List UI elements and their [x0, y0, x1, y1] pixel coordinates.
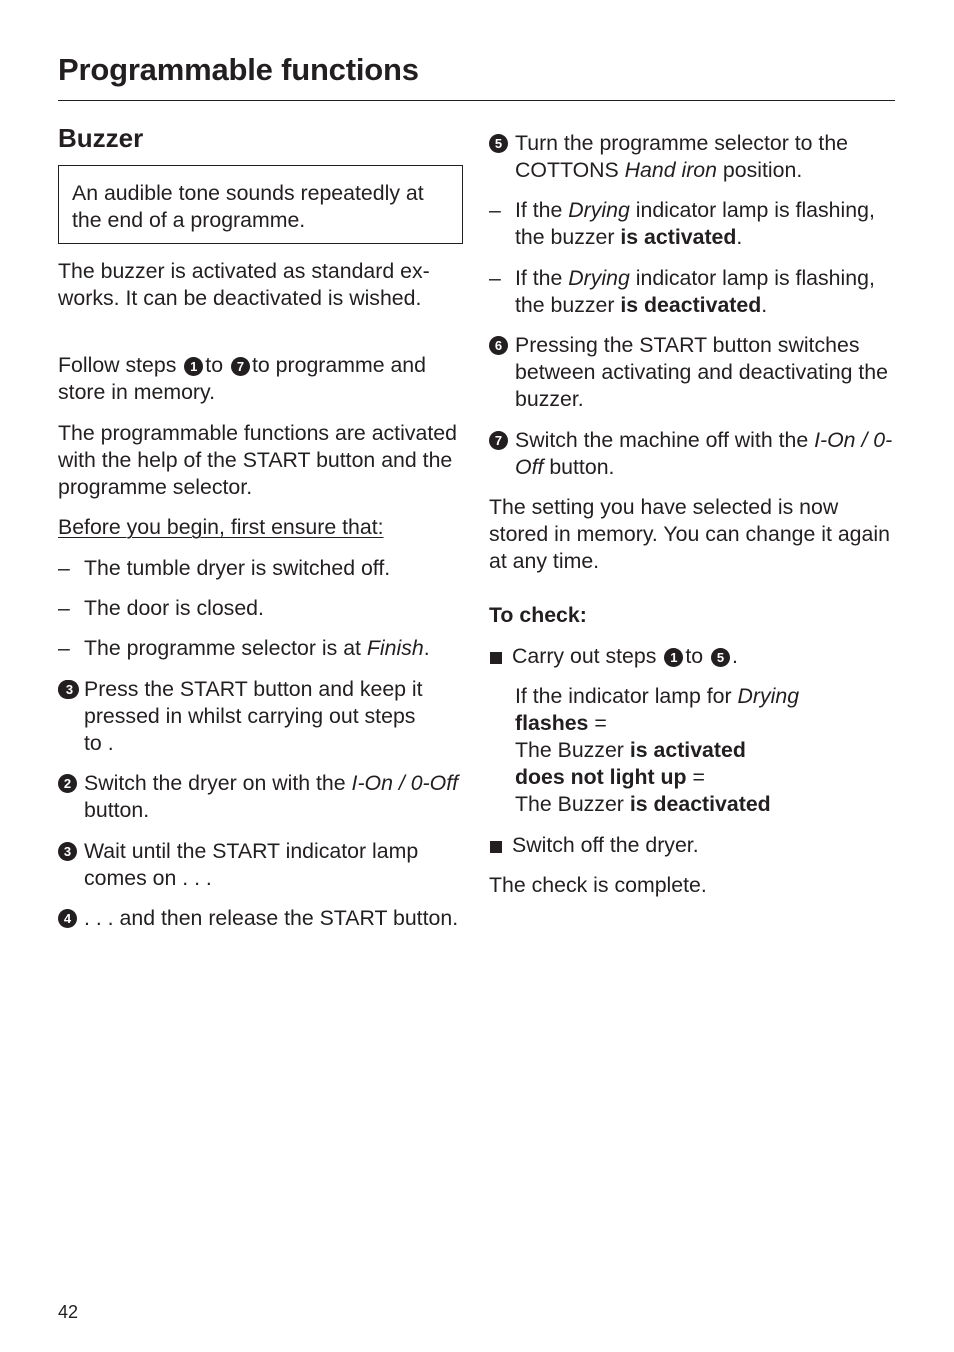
square-bullet-icon	[490, 652, 502, 664]
page-number: 42	[58, 1302, 79, 1322]
outcome-item: – If the Drying indicator lamp is flashi…	[489, 266, 875, 317]
dash-bullet-icon: –	[58, 636, 70, 660]
activation-paragraph: The programmable functions are activated…	[58, 421, 457, 499]
follow-steps-paragraph: Follow steps 1 to 7 to programme and store…	[58, 353, 426, 404]
step-item: 7 Switch the machine off with the I-On /…	[489, 427, 900, 481]
check-complete: The check is complete.	[489, 873, 707, 897]
page-title: Programmable functions	[58, 52, 419, 87]
intro-paragraph: The buzzer is activated as standard ex-w…	[58, 259, 430, 310]
check-item: Switch off the dryer.	[489, 832, 902, 859]
step-number-icon: 7	[489, 431, 508, 450]
note-box: An audible tone sounds repeatedly at the…	[58, 165, 463, 244]
square-bullet-icon	[490, 841, 502, 853]
step-number-icon: 6	[489, 336, 508, 355]
outcome-item: – If the Drying indicator lamp is flashi…	[489, 198, 875, 249]
step-item: 3 Wait until the START indicator lamp co…	[58, 838, 469, 892]
step-number-icon: 1	[664, 648, 684, 667]
step-item: 5 Turn the programme selector to the COT…	[489, 130, 900, 184]
step-number-icon: 1	[184, 357, 204, 376]
check-heading: To check:	[489, 603, 587, 627]
stored-paragraph: The setting you have selected is now sto…	[489, 495, 890, 573]
dash-bullet-icon: –	[58, 596, 70, 620]
step-item: 6 Pressing the START button switches bet…	[489, 332, 900, 413]
step-item: 2 Switch the dryer on with the I-On / 0-…	[58, 770, 469, 824]
check-result: If the indicator lamp for Drying flashes…	[515, 684, 800, 816]
dash-bullet-icon: –	[489, 198, 501, 222]
precondition-item: – The tumble dryer is switched off.	[58, 556, 391, 580]
precondition-item: – The programme selector is at Finish.	[58, 636, 430, 660]
step-number-icon: 3	[58, 842, 77, 861]
title-divider	[58, 100, 895, 101]
step-number-icon: 5	[489, 134, 508, 153]
step-item: 1 Press the START button and keep it pre…	[58, 676, 469, 757]
check-item: Carry out steps 1 to 5.	[489, 643, 902, 670]
dash-bullet-icon: –	[58, 556, 70, 580]
step-number-icon: 5	[711, 648, 731, 667]
step-number-icon: 4	[58, 909, 77, 928]
before-begin-label: Before you begin, first ensure that:	[58, 515, 384, 539]
note-text: An audible tone sounds repeatedly at the…	[72, 181, 424, 232]
step-number-icon: 2	[58, 774, 77, 793]
step-number-icon: 3	[60, 680, 79, 699]
dash-bullet-icon: –	[489, 266, 501, 290]
step-number-icon: 7	[230, 357, 250, 376]
precondition-item: – The door is closed.	[58, 596, 264, 620]
section-heading: Buzzer	[58, 123, 144, 153]
step-item: 4 . . . and then release the START butto…	[58, 905, 469, 932]
